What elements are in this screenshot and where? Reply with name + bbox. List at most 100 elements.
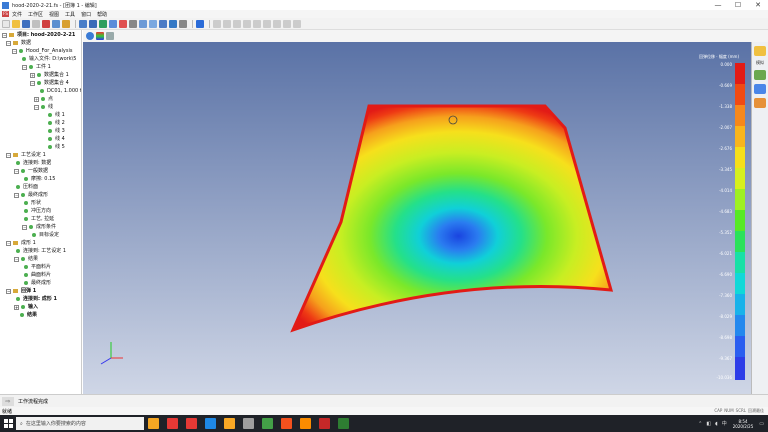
tree-form-cond[interactable]: − 成形条件: [22, 223, 56, 231]
notification-icon[interactable]: ▭: [759, 421, 764, 427]
tree-dc01[interactable]: DC01, 1.000 t: [40, 87, 81, 95]
menu-view[interactable]: 视图: [49, 11, 59, 18]
collapse-icon[interactable]: −: [34, 104, 39, 110]
tree-ref-process[interactable]: 连接到: 工艺设定 1: [16, 247, 66, 255]
tree-shape[interactable]: 形状: [24, 199, 41, 207]
tree-input-file[interactable]: 输入文件: D:\work\5: [22, 55, 76, 63]
tree-line-3[interactable]: 线 3: [48, 127, 65, 135]
tree-final-form-2[interactable]: 最终成形: [24, 279, 51, 287]
tree-springback[interactable]: − 回弹 1: [6, 287, 36, 295]
tree-forming[interactable]: − 成形 1: [6, 239, 36, 247]
expand-icon[interactable]: +: [30, 72, 35, 78]
tree-hood[interactable]: − Hood_For_Analysis: [12, 47, 72, 55]
collapse-icon[interactable]: −: [6, 152, 11, 158]
mesh-icon[interactable]: [283, 19, 291, 28]
edge-browser-icon[interactable]: [205, 418, 216, 429]
tool-icon[interactable]: [754, 70, 766, 80]
clock[interactable]: 8:54 2020/2/25: [733, 419, 754, 429]
tree-dataset4[interactable]: − 数据集合 4: [30, 79, 69, 87]
new-icon[interactable]: [2, 19, 10, 28]
tree-blankholder[interactable]: 压料面: [16, 183, 38, 191]
tree-tool1[interactable]: − 工件 1: [22, 63, 51, 71]
tree-surface-blank[interactable]: 曲面料片: [24, 271, 51, 279]
file-explorer-icon[interactable]: [224, 418, 235, 429]
collapse-icon[interactable]: −: [22, 224, 27, 230]
settings-icon[interactable]: [52, 19, 60, 28]
top-view-icon[interactable]: [149, 19, 157, 28]
expand-icon[interactable]: +: [34, 96, 39, 102]
volume-icon[interactable]: ◖: [715, 421, 718, 427]
tree-process-tie[interactable]: 工艺, 拉延: [24, 215, 54, 223]
move-icon[interactable]: [119, 19, 127, 28]
save-icon[interactable]: [22, 19, 30, 28]
light-icon[interactable]: [273, 19, 281, 28]
tree-stamping-dir[interactable]: 冲压方向: [24, 207, 51, 215]
menu-help[interactable]: 帮助: [97, 11, 107, 18]
3d-viewport[interactable]: 回弹位移 · 幅度 (mm) 0.000 -0.669 -1.338 -2.00…: [83, 42, 751, 394]
collapse-icon[interactable]: −: [14, 168, 19, 174]
tree-line-1[interactable]: 线 1: [48, 111, 65, 119]
open-folder-icon[interactable]: [12, 19, 20, 28]
iso-view-icon[interactable]: [169, 19, 177, 28]
hood-contour-plot[interactable]: [83, 42, 751, 394]
dock-label[interactable]: 模拟: [752, 60, 768, 66]
tree-ref-data[interactable]: 连接到: 数据: [16, 159, 51, 167]
camera-icon[interactable]: [263, 19, 271, 28]
layer-icon[interactable]: [213, 19, 221, 28]
rotate-icon[interactable]: [99, 19, 107, 28]
simulation-icon[interactable]: [754, 46, 766, 56]
tree-line-4[interactable]: 线 4: [48, 135, 65, 143]
forming-suite-icon[interactable]: [319, 418, 330, 429]
app-icon[interactable]: [186, 418, 197, 429]
zoom-icon[interactable]: [89, 19, 97, 28]
tree-dataset1[interactable]: + 数据集合 1: [30, 71, 69, 79]
pan-icon[interactable]: [109, 19, 117, 28]
globe-icon[interactable]: [86, 32, 94, 40]
color-map-icon[interactable]: [96, 32, 104, 40]
collapse-icon[interactable]: −: [22, 64, 27, 70]
tree-final-form[interactable]: − 最终成形: [14, 191, 48, 199]
network-icon[interactable]: ◧: [706, 421, 711, 427]
front-view-icon[interactable]: [139, 19, 147, 28]
ime-indicator[interactable]: 中: [722, 420, 727, 427]
collapse-icon[interactable]: −: [14, 256, 19, 262]
collapse-icon[interactable]: −: [14, 192, 19, 198]
tree-process[interactable]: − 工艺设定 1: [6, 151, 46, 159]
run-workflow-button[interactable]: ⇨: [2, 396, 14, 406]
tree-results[interactable]: − 结果: [14, 255, 38, 263]
report-icon[interactable]: [754, 98, 766, 108]
tree-results-2[interactable]: 结果: [20, 311, 37, 319]
tree-root[interactable]: − 项目: hood-2020-2-21: [2, 31, 75, 39]
app-icon[interactable]: [300, 418, 311, 429]
car-icon[interactable]: [106, 32, 114, 40]
tree-target[interactable]: 目标设定: [32, 231, 59, 239]
windows-start-button[interactable]: [0, 415, 16, 432]
tree-input[interactable]: + 输入: [14, 303, 38, 311]
delete-icon[interactable]: [42, 19, 50, 28]
app-icon[interactable]: [262, 418, 273, 429]
print-icon[interactable]: [32, 19, 40, 28]
section-icon[interactable]: [223, 19, 231, 28]
maximize-button[interactable]: ☐: [728, 0, 748, 10]
fit-view-icon[interactable]: [79, 19, 87, 28]
powerpoint-icon[interactable]: [281, 418, 292, 429]
help-icon[interactable]: [62, 19, 70, 28]
tree-lines[interactable]: − 线: [34, 103, 53, 111]
collapse-icon[interactable]: −: [6, 40, 11, 46]
menu-workspace[interactable]: 工作区: [28, 11, 43, 18]
view-cube-icon[interactable]: [129, 19, 137, 28]
minimize-button[interactable]: —: [708, 0, 728, 10]
app-icon[interactable]: [243, 418, 254, 429]
tree-friction[interactable]: 摩擦: 0.15: [24, 175, 55, 183]
tree-points[interactable]: + 点: [34, 95, 53, 103]
expand-icon[interactable]: +: [14, 304, 19, 310]
collapse-icon[interactable]: −: [12, 48, 17, 54]
menu-window[interactable]: 窗口: [81, 11, 91, 18]
lock-icon[interactable]: [253, 19, 261, 28]
clip-icon[interactable]: [293, 19, 301, 28]
excel-icon[interactable]: [338, 418, 349, 429]
analysis-icon[interactable]: [754, 84, 766, 94]
menu-tools[interactable]: 工具: [65, 11, 75, 18]
tree-general[interactable]: − 一般数据: [14, 167, 48, 175]
side-view-icon[interactable]: [159, 19, 167, 28]
